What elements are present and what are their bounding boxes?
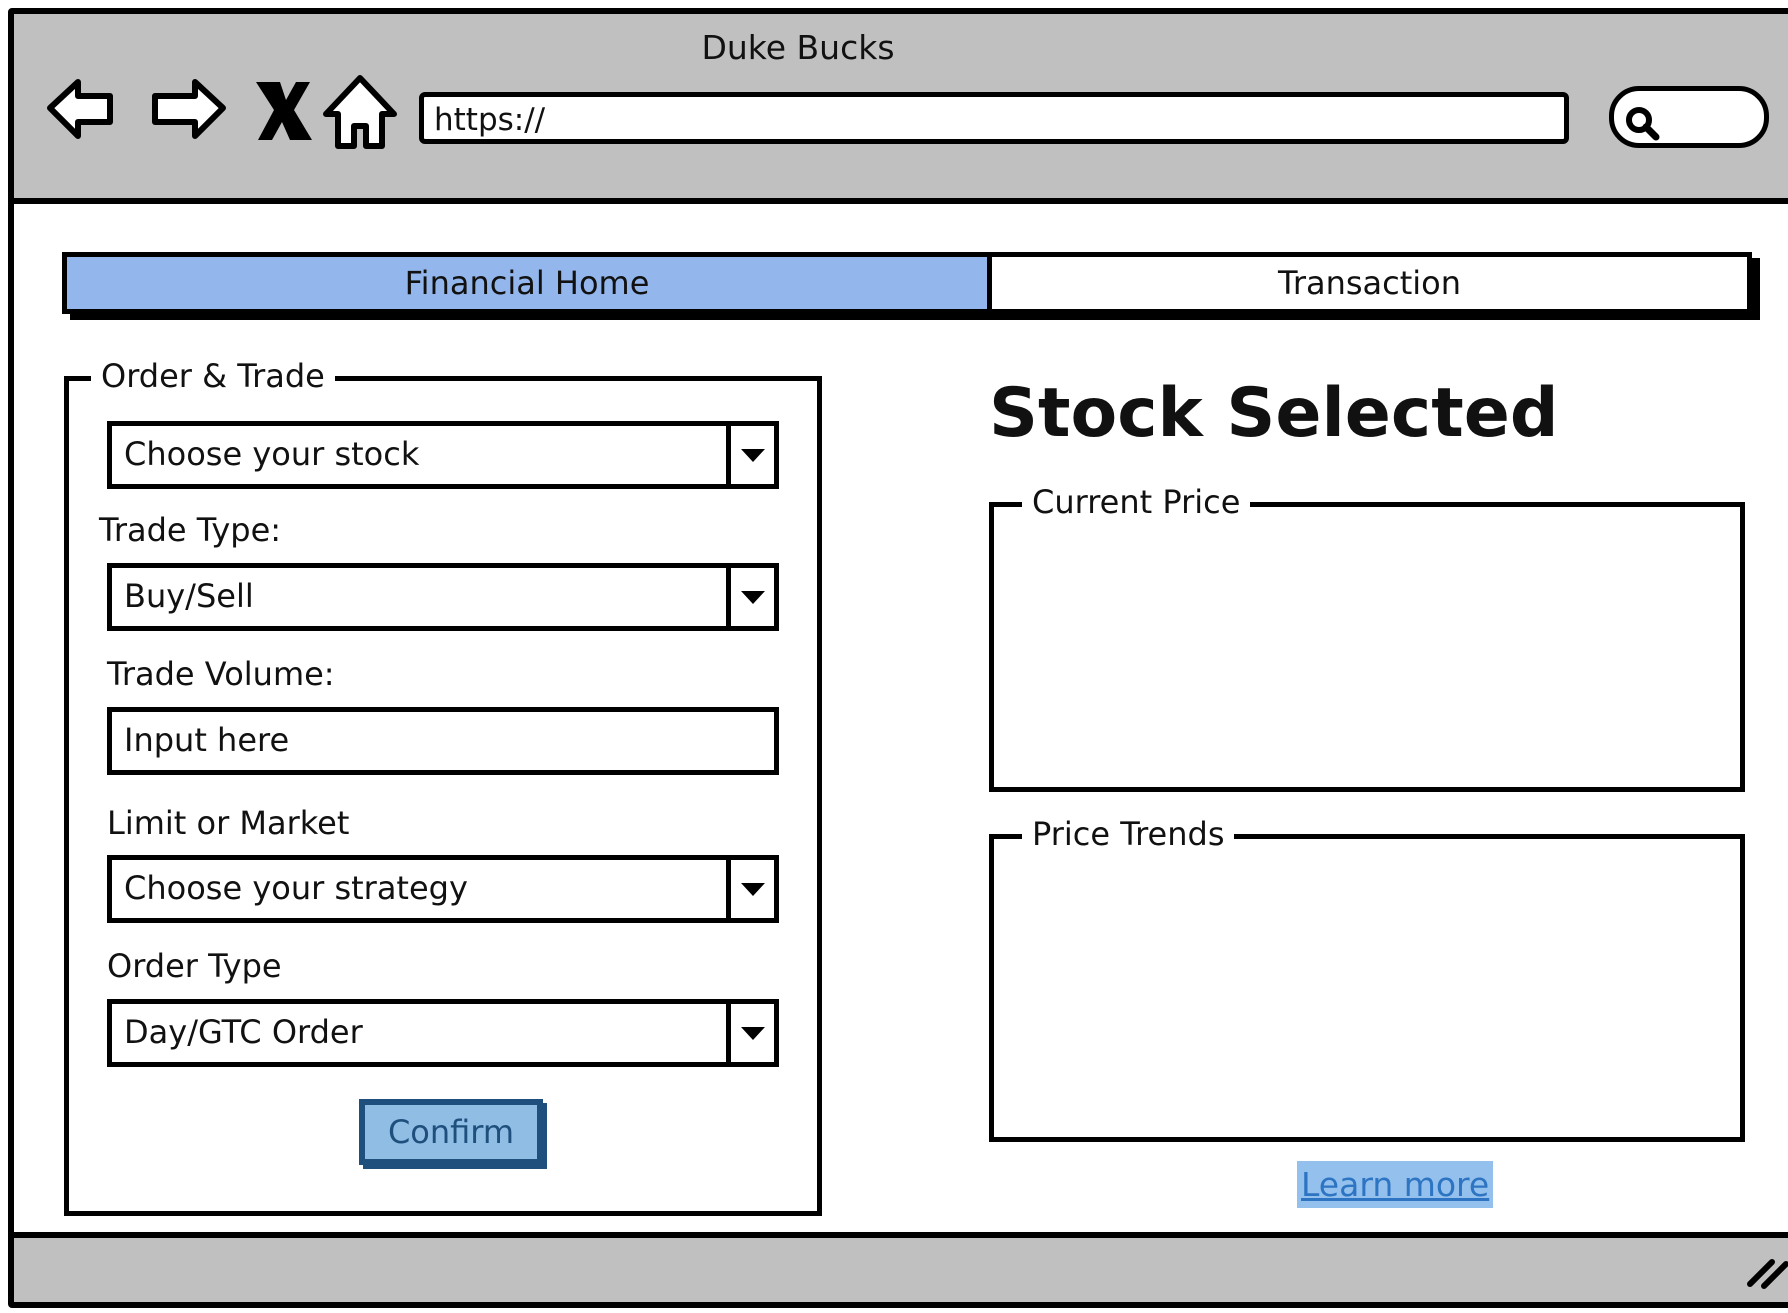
resize-grip-icon[interactable] <box>1742 1254 1788 1294</box>
chevron-down-icon[interactable] <box>726 1004 774 1062</box>
browser-toolbar: Duke Bucks https:// <box>14 14 1788 204</box>
trade-volume-label: Trade Volume: <box>107 655 335 693</box>
current-price-legend: Current Price <box>1022 483 1251 521</box>
tab-bar: Financial Home Transaction <box>62 252 1752 314</box>
order-type-label: Order Type <box>107 947 282 985</box>
price-trends-panel: Price Trends <box>989 815 1745 1142</box>
search-icon <box>1626 107 1660 141</box>
tab-transaction[interactable]: Transaction <box>992 257 1747 309</box>
order-trade-panel: Order & Trade Choose your stock Trade Ty… <box>64 357 822 1216</box>
limit-market-label: Limit or Market <box>107 804 350 842</box>
home-icon[interactable] <box>320 74 400 154</box>
back-arrow-icon[interactable] <box>46 74 126 154</box>
page-title: Stock Selected <box>989 374 1559 453</box>
order-trade-legend: Order & Trade <box>91 357 335 395</box>
trade-type-label: Trade Type: <box>99 511 282 549</box>
trade-volume-input[interactable]: Input here <box>107 707 779 775</box>
url-bar[interactable]: https:// <box>419 92 1569 144</box>
window-title: Duke Bucks <box>701 28 895 67</box>
status-bar <box>14 1232 1788 1302</box>
chevron-down-icon[interactable] <box>726 568 774 626</box>
price-trends-legend: Price Trends <box>1022 815 1235 853</box>
stock-dropdown[interactable]: Choose your stock <box>107 421 779 489</box>
trade-type-dropdown[interactable]: Buy/Sell <box>107 563 779 631</box>
browser-window: Duke Bucks https:// Financial Home Trans… <box>8 8 1788 1308</box>
tab-financial-home[interactable]: Financial Home <box>67 257 992 309</box>
chevron-down-icon[interactable] <box>726 426 774 484</box>
chevron-down-icon[interactable] <box>726 860 774 918</box>
order-type-value: Day/GTC Order <box>124 1013 363 1051</box>
learn-more-link[interactable]: Learn more <box>1297 1161 1494 1208</box>
forward-arrow-icon[interactable] <box>147 74 227 154</box>
trade-type-value: Buy/Sell <box>124 577 254 615</box>
search-field[interactable] <box>1609 86 1769 148</box>
stop-icon[interactable] <box>246 74 326 154</box>
strategy-dropdown[interactable]: Choose your strategy <box>107 855 779 923</box>
current-price-panel: Current Price <box>989 483 1745 792</box>
confirm-button[interactable]: Confirm <box>359 1099 543 1165</box>
stock-dropdown-value: Choose your stock <box>124 435 420 473</box>
order-type-dropdown[interactable]: Day/GTC Order <box>107 999 779 1067</box>
strategy-dropdown-value: Choose your strategy <box>124 869 468 907</box>
